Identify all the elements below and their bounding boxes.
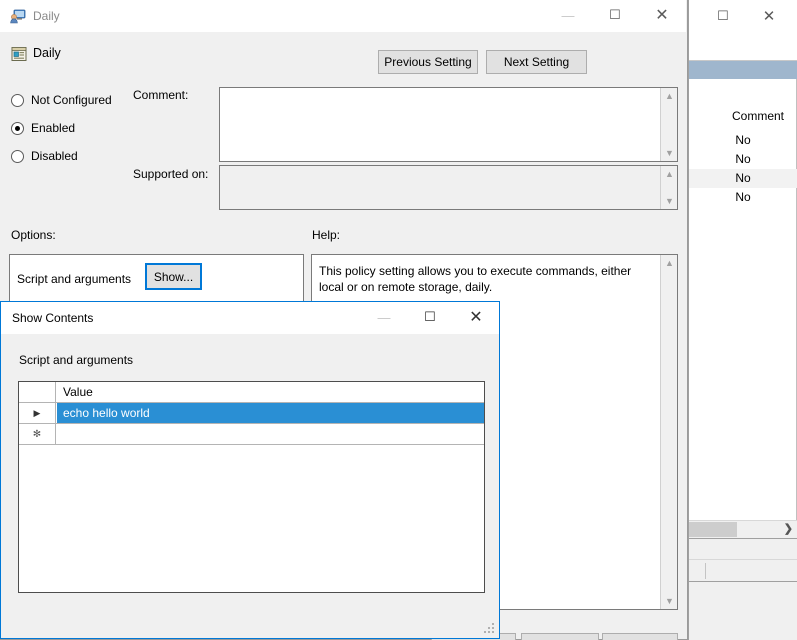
close-icon[interactable]: ✕ — [453, 302, 499, 332]
grid-cell-value[interactable]: echo hello world — [57, 403, 484, 423]
policy-apply-button: Apply — [602, 633, 678, 640]
resize-grip[interactable] — [484, 623, 496, 635]
previous-setting-button[interactable]: Previous Setting — [378, 50, 478, 74]
radio-circle-icon — [11, 93, 24, 107]
next-setting-button[interactable]: Next Setting — [486, 50, 587, 74]
background-policy-list[interactable]: Comment No No No No — [689, 79, 797, 520]
table-row[interactable]: ✻ — [19, 424, 484, 445]
maximize-icon[interactable]: ☐ — [709, 4, 737, 28]
chevron-up-icon[interactable]: ▲ — [661, 256, 678, 270]
supported-on-label: Supported on: — [133, 167, 209, 181]
radio-label: Enabled — [31, 121, 76, 135]
background-statusbar — [689, 538, 797, 560]
computer-policy-icon — [10, 9, 26, 24]
radio-label: Disabled — [31, 149, 78, 163]
background-toolbar — [689, 32, 797, 61]
show-contents-dialog: Show Contents — ☐ ✕ Script and arguments… — [0, 301, 500, 639]
chevron-down-icon[interactable]: ▼ — [661, 146, 678, 160]
radio-enabled[interactable]: Enabled — [11, 121, 75, 135]
grid-header-row: Value — [19, 382, 484, 403]
chevron-down-icon[interactable]: ▼ — [661, 194, 678, 208]
list-item[interactable]: No — [689, 188, 797, 207]
background-statusbar-secondary — [689, 560, 797, 582]
comment-label: Comment: — [133, 88, 189, 102]
chevron-up-icon[interactable]: ▲ — [661, 167, 678, 181]
radio-not-configured[interactable]: Not Configured — [11, 93, 112, 107]
policy-setting-icon — [11, 47, 27, 61]
grid-header-value: Value — [63, 385, 93, 399]
policy-cancel-button[interactable]: Cancel — [521, 633, 599, 640]
chevron-right-icon[interactable]: ❯ — [784, 521, 793, 538]
list-item[interactable]: No — [689, 169, 797, 188]
show-contents-titlebar: Show Contents — ☐ ✕ — [1, 302, 499, 334]
supported-on-field: ▲ ▼ — [219, 165, 678, 210]
radio-circle-icon — [11, 149, 24, 163]
screen-root: ☐ ✕ Comment No No No No ❯ Daily — ☐ ✕ Da… — [0, 0, 797, 640]
current-row-indicator-icon: ▶ — [19, 403, 56, 423]
new-row-indicator-icon: ✻ — [19, 424, 56, 444]
chevron-up-icon[interactable]: ▲ — [661, 89, 678, 103]
show-contents-field-label: Script and arguments — [19, 353, 134, 367]
radio-circle-icon — [11, 121, 24, 135]
radio-label: Not Configured — [31, 93, 112, 107]
list-item[interactable]: No — [689, 150, 797, 169]
show-contents-title: Show Contents — [12, 311, 94, 325]
script-and-arguments-label: Script and arguments — [17, 272, 132, 286]
policy-titlebar: Daily — ☐ ✕ — [0, 0, 686, 32]
background-column-comment: Comment — [731, 109, 784, 123]
grid-header-rowselector — [19, 382, 56, 402]
page-title: Daily — [33, 46, 61, 60]
scrollbar-thumb[interactable] — [689, 522, 737, 537]
grid-cell-value[interactable] — [57, 424, 484, 444]
background-column-header-band — [689, 61, 797, 80]
chevron-down-icon[interactable]: ▼ — [661, 594, 678, 608]
table-row[interactable]: ▶ echo hello world — [19, 403, 484, 424]
help-label: Help: — [312, 228, 341, 242]
maximize-icon[interactable]: ☐ — [592, 0, 638, 30]
options-label: Options: — [11, 228, 56, 242]
minimize-icon: — — [561, 7, 575, 23]
close-icon[interactable]: ✕ — [755, 4, 783, 28]
background-titlebar: ☐ ✕ — [689, 0, 797, 32]
close-icon[interactable]: ✕ — [639, 0, 685, 30]
comment-input[interactable]: ▲ ▼ — [219, 87, 678, 162]
list-item[interactable]: No — [689, 131, 797, 150]
policy-title-text: Daily — [33, 9, 60, 23]
statusbar-divider — [705, 563, 706, 579]
help-text: This policy setting allows you to execut… — [319, 264, 632, 294]
values-grid[interactable]: Value ▶ echo hello world ✻ — [18, 381, 485, 593]
background-horizontal-scrollbar[interactable]: ❯ — [689, 520, 797, 538]
help-scrollbar[interactable]: ▲ ▼ — [660, 255, 677, 609]
supported-on-scrollbar[interactable]: ▲ ▼ — [660, 166, 677, 209]
show-button[interactable]: Show... — [145, 263, 202, 290]
radio-disabled[interactable]: Disabled — [11, 149, 78, 163]
comment-scrollbar[interactable]: ▲ ▼ — [660, 88, 677, 161]
background-gpedit-window: ☐ ✕ Comment No No No No ❯ — [688, 0, 797, 640]
minimize-icon: — — [377, 309, 391, 325]
maximize-icon[interactable]: ☐ — [407, 302, 453, 332]
